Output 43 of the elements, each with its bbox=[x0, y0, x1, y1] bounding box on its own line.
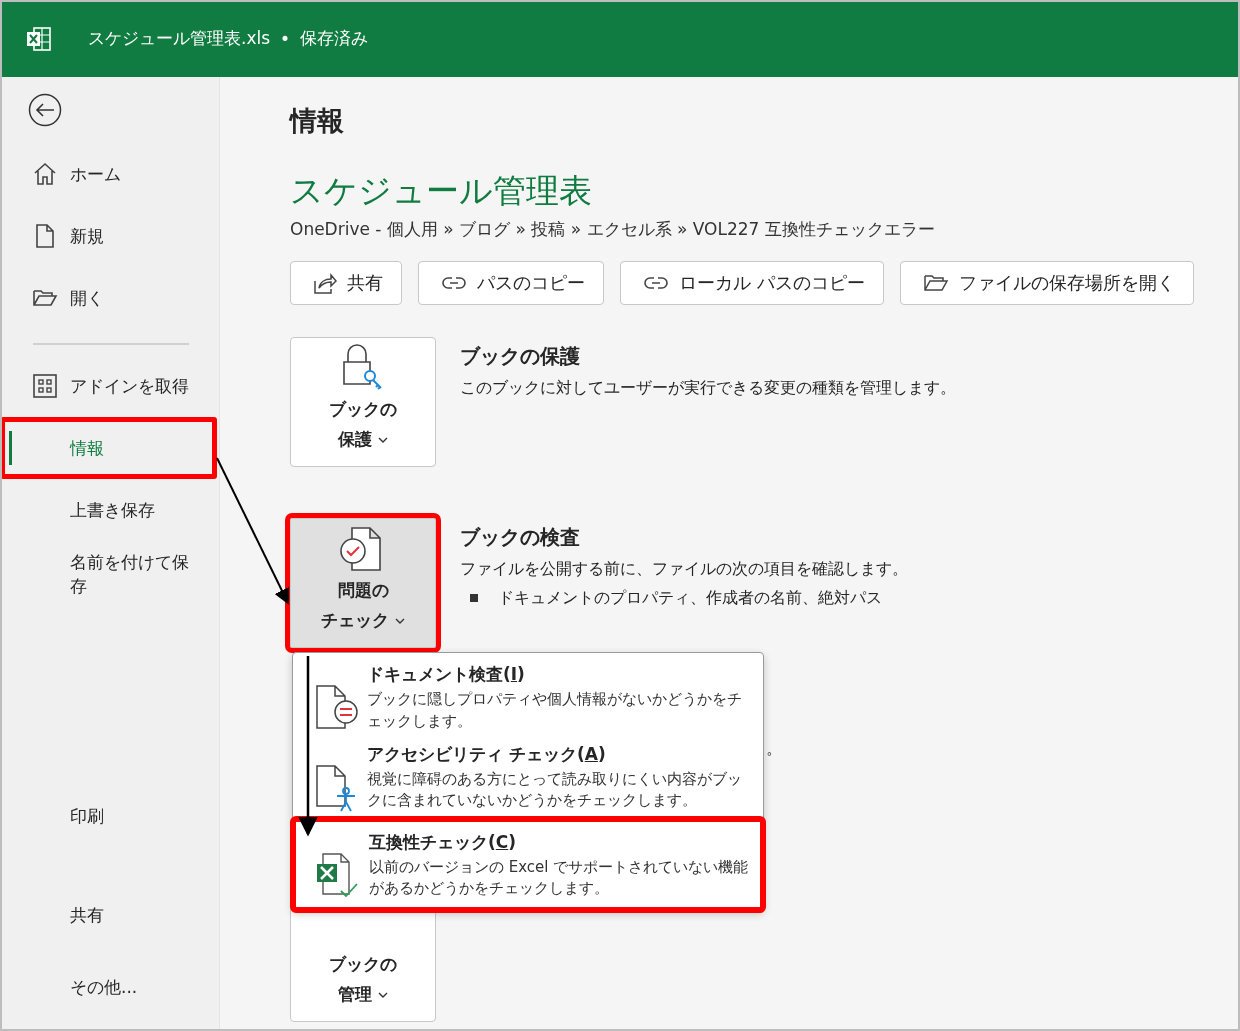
section-description: このブックに対してユーザーが実行できる変更の種類を管理します。 bbox=[460, 378, 957, 399]
folder-icon bbox=[922, 273, 949, 293]
sidebar-item[interactable]: その他... bbox=[70, 975, 138, 999]
action-button[interactable]: パスのコピー bbox=[418, 261, 604, 305]
separator-dot: • bbox=[280, 28, 291, 49]
action-button[interactable]: 共有 bbox=[290, 261, 402, 305]
protect-dropdown-button[interactable]: ブックの 保護 bbox=[290, 337, 436, 467]
bullet-text: ドキュメントのプロパティ、作成者の名前、絶対パス bbox=[498, 588, 882, 609]
sidebar-item[interactable]: 共有 bbox=[70, 903, 104, 927]
grid-icon bbox=[32, 373, 58, 399]
section-heading: ブックの検査 bbox=[460, 524, 581, 551]
save-status: 保存済み bbox=[300, 27, 369, 50]
excel-document-check-icon bbox=[315, 850, 361, 899]
action-button[interactable]: ファイルの保存場所を開く bbox=[899, 261, 1194, 305]
file-name: スケジュール管理表.xls bbox=[88, 27, 271, 50]
document-title: スケジュール管理表 bbox=[290, 170, 593, 212]
page-heading: 情報 bbox=[290, 104, 345, 138]
home-icon bbox=[32, 161, 58, 187]
excel-logo-icon bbox=[26, 25, 52, 52]
back-icon[interactable] bbox=[28, 93, 62, 127]
sidebar-item[interactable]: 印刷 bbox=[70, 804, 104, 828]
sidebar-item[interactable]: 名前を付けて保存 bbox=[0, 541, 219, 609]
file-path-breadcrumb: OneDrive - 個人用 » ブログ » 投稿 » エクセル系 » VOL227 互換性チェックエラー bbox=[290, 218, 936, 241]
share-icon bbox=[313, 272, 337, 294]
partly-hidden-text: 。 bbox=[766, 739, 782, 758]
chevron-down-icon bbox=[378, 991, 388, 999]
section-description: ファイルを公開する前に、ファイルの次の項目を確認します。 bbox=[460, 559, 909, 580]
sidebar-item[interactable]: 開く bbox=[70, 286, 104, 310]
action-button[interactable]: ローカル パスのコピー bbox=[620, 261, 884, 305]
bullet-icon bbox=[470, 594, 478, 602]
link-icon bbox=[643, 274, 669, 292]
document-minus-icon bbox=[315, 683, 359, 731]
menu-item[interactable]: アクセシビリティ チェック(A) 視覚に障碍のある方にとって読み取りにくい内容がブックに含まれていないかどうかをチェックします。 bbox=[293, 738, 763, 819]
sidebar-item[interactable]: 新規 bbox=[70, 224, 104, 248]
sidebar-item[interactable]: ホーム bbox=[70, 162, 121, 186]
sidebar-item[interactable]: アドインを取得 bbox=[0, 355, 219, 417]
sidebar-item[interactable]: 情報 bbox=[0, 417, 217, 479]
chevron-down-icon bbox=[395, 617, 405, 625]
menu-item[interactable]: ドキュメント検査(I) ブックに隠しプロパティや個人情報がないかどうかをチェックします。 bbox=[293, 659, 763, 739]
chevron-down-icon bbox=[378, 436, 388, 444]
section-heading: ブックの保護 bbox=[460, 343, 581, 370]
link-icon bbox=[441, 274, 467, 292]
sidebar-item[interactable]: 上書き保存 bbox=[0, 479, 219, 541]
